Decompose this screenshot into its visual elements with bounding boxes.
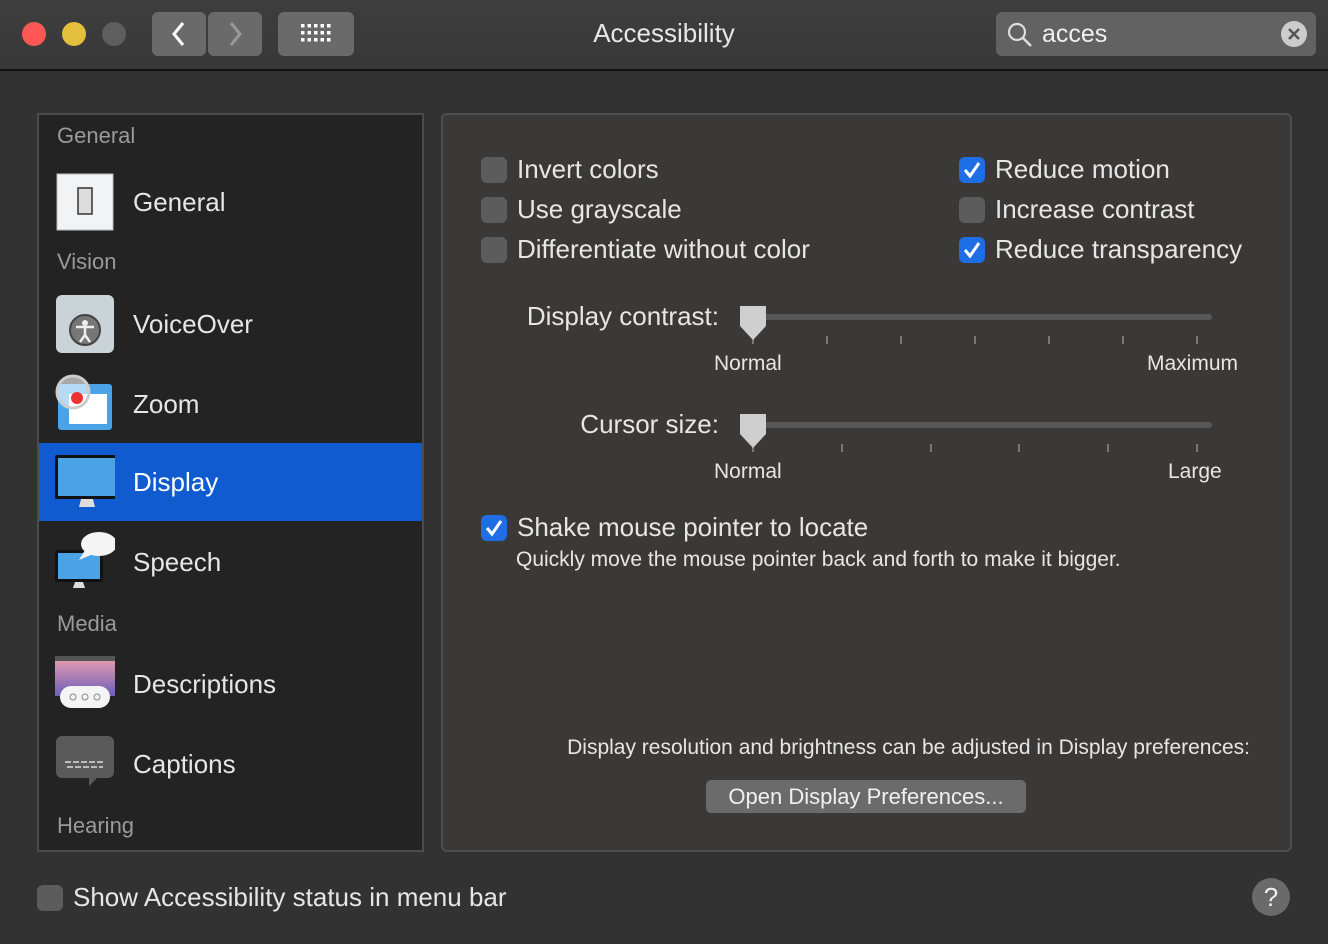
cursor-size-label: Cursor size: xyxy=(580,409,719,439)
shake-pointer-checkbox[interactable]: Shake mouse pointer to locate xyxy=(481,512,868,543)
descriptions-icon xyxy=(55,656,115,708)
slider-tick xyxy=(1018,444,1021,452)
section-media: Media xyxy=(57,611,117,636)
slider-tick xyxy=(1048,336,1050,344)
section-vision: Vision xyxy=(57,249,117,274)
search-field[interactable]: acces xyxy=(996,12,1316,56)
sidebar-item-label: General xyxy=(133,186,226,217)
checkbox-box[interactable] xyxy=(959,196,985,223)
contrast-max-label: Maximum xyxy=(1147,352,1239,375)
speech-icon xyxy=(55,532,115,588)
checkbox-box[interactable] xyxy=(481,196,507,223)
display-contrast-slider-thumb[interactable] xyxy=(737,304,769,342)
checkbox-label: Shake mouse pointer to locate xyxy=(517,512,869,542)
cursor-size-slider-thumb[interactable] xyxy=(737,412,769,450)
checkmark-icon xyxy=(963,161,981,178)
slider-tick xyxy=(840,444,843,452)
checkbox-box[interactable] xyxy=(37,884,63,911)
checkmark-icon xyxy=(485,519,503,536)
checkbox-label: Show Accessibility status in menu bar xyxy=(73,882,507,912)
search-icon xyxy=(1007,22,1032,47)
shake-description: Quickly move the mouse pointer back and … xyxy=(516,548,1121,571)
sidebar-item-label: Speech xyxy=(133,546,222,577)
sidebar-item-descriptions[interactable]: Descriptions xyxy=(39,645,422,723)
checkbox-label: Invert colors xyxy=(517,154,659,184)
slider-tick xyxy=(900,336,902,344)
sidebar-item-label: Descriptions xyxy=(133,668,277,699)
checkbox-box[interactable] xyxy=(959,156,985,183)
slider-tick xyxy=(929,444,932,452)
checkbox-label: Reduce motion xyxy=(995,154,1170,184)
help-button[interactable]: ? xyxy=(1252,878,1290,916)
display-contrast-slider[interactable] xyxy=(750,314,1212,320)
sidebar-item-display[interactable]: Display xyxy=(39,443,422,521)
slider-tick xyxy=(1107,444,1110,452)
open-display-preferences-button[interactable]: Open Display Preferences... xyxy=(706,780,1026,813)
slider-tick xyxy=(826,336,828,344)
checkbox-box[interactable] xyxy=(481,156,507,183)
checkbox-label: Increase contrast xyxy=(995,194,1195,224)
display-icon xyxy=(55,455,115,507)
checkbox-box[interactable] xyxy=(959,236,985,263)
sidebar-item-speech[interactable]: Speech xyxy=(39,523,422,601)
checkbox-box[interactable] xyxy=(481,236,507,263)
checkbox-box[interactable] xyxy=(481,514,507,541)
show-status-menu-bar-checkbox[interactable]: Show Accessibility status in menu bar xyxy=(37,882,507,913)
cursor-min-label: Normal xyxy=(714,460,782,483)
option-checkbox[interactable]: Invert colors xyxy=(481,154,659,185)
display-prefs-note: Display resolution and brightness can be… xyxy=(567,736,1250,759)
option-checkbox[interactable]: Increase contrast xyxy=(959,194,1194,225)
sidebar-item-general[interactable]: General xyxy=(39,163,422,241)
slider-tick xyxy=(1196,444,1198,452)
slider-tick xyxy=(1122,336,1124,344)
checkbox-label: Use grayscale xyxy=(517,194,682,224)
clear-search-icon[interactable] xyxy=(1281,21,1307,47)
option-checkbox[interactable]: Differentiate without color xyxy=(481,234,810,265)
option-checkbox[interactable]: Reduce motion xyxy=(959,154,1170,185)
search-input[interactable]: acces xyxy=(1042,20,1107,49)
checkbox-label: Differentiate without color xyxy=(517,234,810,264)
contrast-min-label: Normal xyxy=(714,352,782,375)
slider-tick xyxy=(974,336,976,344)
slider-tick xyxy=(1196,336,1198,344)
display-contrast-label: Display contrast: xyxy=(526,301,719,331)
cursor-max-label: Large xyxy=(1168,460,1222,483)
switch-icon xyxy=(56,173,114,231)
checkbox-label: Reduce transparency xyxy=(995,234,1243,264)
checkmark-icon xyxy=(963,241,981,258)
section-hearing: Hearing xyxy=(57,813,135,838)
section-general: General xyxy=(57,123,136,148)
option-checkbox[interactable]: Use grayscale xyxy=(481,194,682,225)
cursor-size-slider[interactable] xyxy=(750,422,1212,428)
option-checkbox[interactable]: Reduce transparency xyxy=(959,234,1242,265)
sidebar-item-label: Display xyxy=(133,466,219,497)
